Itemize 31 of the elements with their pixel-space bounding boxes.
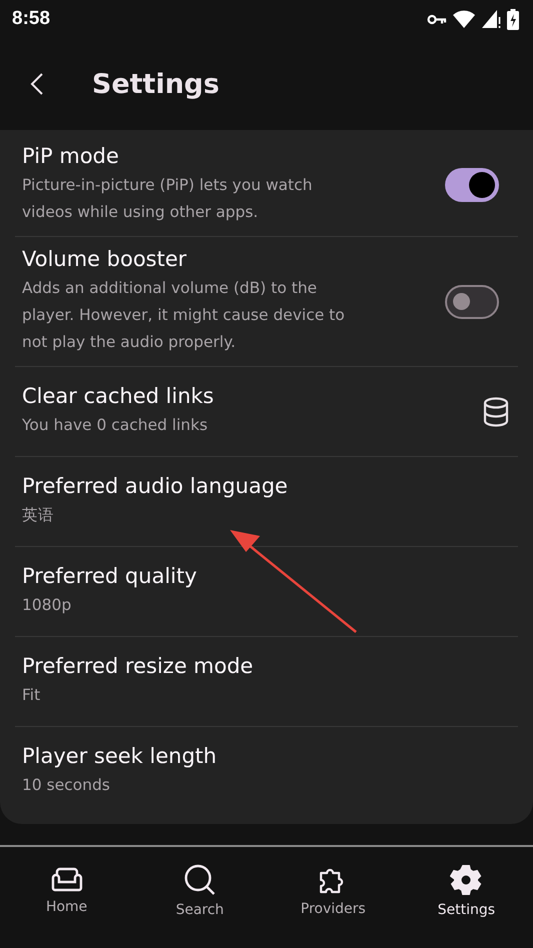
settings-icon <box>450 864 482 896</box>
setting-description: 1080p <box>22 595 72 616</box>
setting-description: 英语 <box>22 505 55 526</box>
signal-icon <box>481 9 501 29</box>
setting-description: Fit <box>22 685 42 706</box>
database-icon <box>483 396 509 426</box>
toggle-switch[interactable] <box>445 168 499 202</box>
key-icon <box>427 14 447 24</box>
status-time: 8:58 <box>12 8 50 30</box>
nav-tab[interactable]: Providers <box>266 847 400 935</box>
search-icon <box>184 864 216 896</box>
battery-icon <box>507 8 519 30</box>
setting-title[interactable]: PiP mode <box>22 144 445 168</box>
setting-title[interactable]: Preferred quality <box>22 564 511 588</box>
nav-tab[interactable]: Settings <box>400 847 533 935</box>
setting-title[interactable]: Volume booster <box>22 247 445 271</box>
setting-title[interactable]: Clear cached links <box>22 384 483 408</box>
sofa-icon <box>50 867 84 893</box>
setting-title[interactable]: Preferred resize mode <box>22 654 511 678</box>
setting-title[interactable]: Preferred audio language <box>22 474 511 498</box>
setting-description: You have 0 cached links <box>22 415 209 436</box>
nav-tab[interactable]: Search <box>133 847 266 935</box>
toggle-switch[interactable] <box>445 284 499 318</box>
setting-description: Adds an additional volume (dB) to the player. However, it might cause device to not play the audio properly. <box>22 278 346 353</box>
setting-title[interactable]: Player seek length <box>22 744 511 768</box>
nav-tab[interactable]: Home <box>0 847 134 935</box>
wifi-icon <box>453 10 475 28</box>
setting-description: Picture-in-picture (PiP) lets you watch videos while using other apps. <box>22 175 314 223</box>
back-icon <box>30 72 44 96</box>
page-title: Settings <box>92 68 220 100</box>
setting-description: 10 seconds <box>22 775 112 796</box>
